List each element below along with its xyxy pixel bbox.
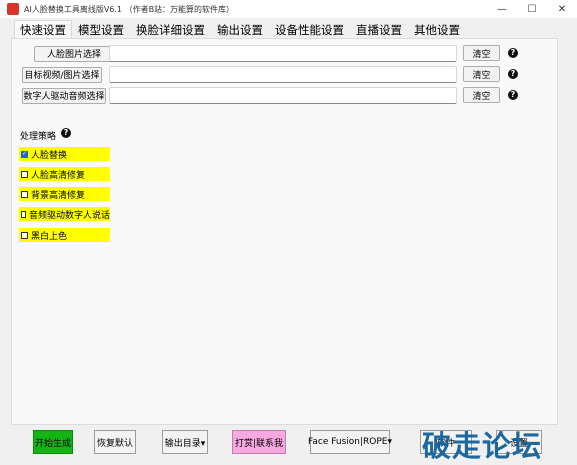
face-image-clear-button[interactable]: 清空	[463, 45, 500, 61]
tab-output-settings[interactable]: 输出设置	[211, 20, 269, 38]
option-background-enhance[interactable]: 背景高清修复	[19, 187, 110, 201]
tab-live-settings[interactable]: 直播设置	[350, 20, 408, 38]
tab-quick-settings[interactable]: 快速设置	[14, 20, 72, 38]
target-media-help-icon[interactable]: ?	[508, 69, 518, 79]
audio-path-field[interactable]	[109, 87, 457, 104]
tab-bar: 快速设置 模型设置 换脸详细设置 输出设置 设备性能设置 直播设置 其他设置	[14, 20, 466, 38]
tab-device-settings[interactable]: 设备性能设置	[269, 20, 350, 38]
title-bar: AI人脸替换工具离线版V6.1 （作者B站：万能算的软件库） — ☐ ✕	[0, 0, 577, 18]
face-image-path-field[interactable]	[109, 45, 457, 62]
target-media-select-button[interactable]: 目标视频/图片选择	[22, 66, 102, 83]
option-face-enhance[interactable]: 人脸高清修复	[19, 167, 110, 181]
close-button[interactable]: ✕	[547, 0, 577, 18]
app-icon	[7, 3, 19, 15]
strategy-label-text: 处理策略	[20, 132, 57, 142]
tab-faceswap-detail[interactable]: 换脸详细设置	[130, 20, 211, 38]
face-enhance-checkbox[interactable]	[21, 170, 28, 178]
window-title: AI人脸替换工具离线版V6.1 （作者B站：万能算的软件库）	[24, 4, 235, 14]
face-image-help-icon[interactable]: ?	[508, 48, 518, 58]
audio-driven-avatar-checkbox[interactable]	[21, 210, 26, 218]
reset-button[interactable]: 恢复默认	[94, 430, 136, 454]
audio-row: 数字人驱动音频选择	[22, 87, 106, 104]
face-image-row: 人脸图片选择	[34, 45, 114, 62]
audio-clear-button[interactable]: 清空	[463, 87, 500, 103]
engine-select-button[interactable]: Face Fusion|ROPE▾	[308, 430, 392, 454]
tab-model-settings[interactable]: 模型设置	[72, 20, 130, 38]
start-button[interactable]: 开始生成	[33, 430, 73, 454]
option-audio-driven-avatar[interactable]: 音频驱动数字人说话	[19, 207, 110, 221]
donate-button[interactable]: 打赏|联系我	[232, 430, 286, 454]
strategy-help-icon[interactable]: ?	[61, 128, 71, 138]
minimize-button[interactable]: —	[487, 0, 517, 18]
face-swap-label: 人脸替换	[31, 150, 68, 161]
face-swap-checkbox[interactable]: ✓	[21, 150, 28, 158]
audio-driven-avatar-label: 音频驱动数字人说话	[28, 210, 110, 221]
window-controls: — ☐ ✕	[487, 0, 577, 18]
maximize-button[interactable]: ☐	[517, 0, 547, 18]
face-enhance-label: 人脸高清修复	[31, 170, 86, 181]
audio-select-button[interactable]: 数字人驱动音频选择	[22, 87, 106, 104]
option-colorize[interactable]: 黑白上色	[19, 228, 110, 242]
face-image-select-button[interactable]: 人脸图片选择	[34, 45, 114, 62]
strategy-label: 处理策略	[20, 129, 56, 142]
tab-other-settings[interactable]: 其他设置	[408, 20, 466, 38]
audio-help-icon[interactable]: ?	[508, 90, 518, 100]
background-enhance-checkbox[interactable]	[21, 190, 28, 198]
colorize-checkbox[interactable]	[21, 231, 28, 239]
option-face-swap[interactable]: ✓ 人脸替换	[19, 147, 110, 161]
target-media-row: 目标视频/图片选择	[22, 66, 102, 83]
background-enhance-label: 背景高清修复	[31, 190, 86, 201]
target-media-clear-button[interactable]: 清空	[463, 66, 500, 82]
forum-watermark: 破走论坛	[422, 429, 543, 463]
target-media-path-field[interactable]	[109, 66, 457, 83]
colorize-label: 黑白上色	[31, 231, 68, 242]
output-dir-button[interactable]: 输出目录▾	[162, 430, 208, 454]
